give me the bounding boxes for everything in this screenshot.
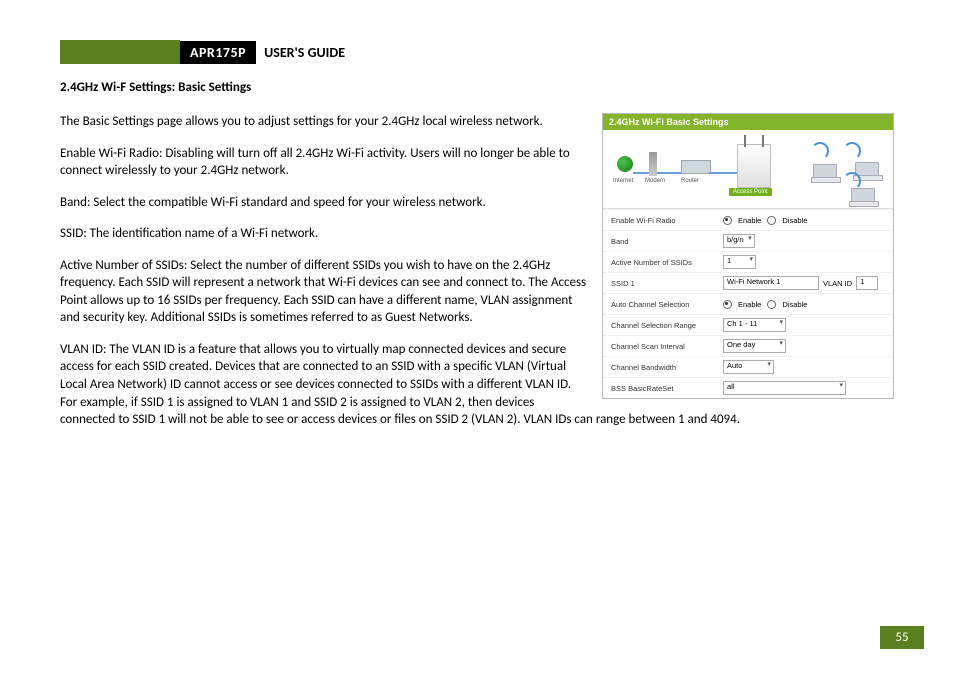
wifi-signal-icon [843,142,861,160]
router-label: Router [681,178,699,184]
screenshot-title: 2.4GHz Wi-Fi Basic Settings [603,114,893,130]
internet-icon [617,156,633,172]
row-channel-bandwidth: Channel Bandwidth Auto [603,356,893,377]
field-label: Auto Channel Selection [611,300,723,309]
band-select[interactable]: b/g/n [723,234,755,248]
access-point-label: Access Point [729,188,772,196]
document-page: APR175P USER'S GUIDE 2.4GHz Wi-F Setting… [0,0,954,673]
vlan-label: VLAN ID [823,279,852,288]
access-point-icon [737,144,771,188]
guide-title: USER'S GUIDE [264,44,345,61]
radio-disable[interactable] [767,300,776,309]
modem-icon [649,152,657,176]
field-label: Band [611,237,723,246]
radio-label: Enable [738,300,761,309]
field-label: Channel Scan Interval [611,342,723,351]
row-auto-channel: Auto Channel Selection Enable Disable [603,293,893,314]
wifi-signal-icon [811,142,829,160]
page-header: APR175P USER'S GUIDE [60,40,894,64]
ssid1-input[interactable]: Wi-Fi Network 1 [723,276,819,290]
row-scan-interval: Channel Scan Interval One day [603,335,893,356]
field-label: Enable Wi-Fi Radio [611,216,723,225]
row-ssid1: SSID 1 Wi-Fi Network 1 VLAN ID 1 [603,272,893,293]
section-title: 2.4GHz Wi-F Settings: Basic Settings [60,80,894,95]
vlan-input[interactable]: 1 [856,276,878,290]
row-bss: BSS BasicRateSet all [603,377,893,398]
field-label: Channel Selection Range [611,321,723,330]
network-diagram: Access Point Internet Modem Router [603,130,893,209]
laptop-icon [813,164,837,180]
bandwidth-select[interactable]: Auto [723,360,774,374]
row-band: Band b/g/n [603,230,893,251]
settings-form: Enable Wi-Fi Radio Enable Disable Band b… [603,209,893,398]
radio-label: Enable [738,216,761,225]
row-active-ssids: Active Number of SSIDs 1 [603,251,893,272]
radio-enable[interactable] [723,300,732,309]
settings-screenshot: 2.4GHz Wi-Fi Basic Settings Access Point… [602,113,894,399]
page-number: 55 [880,626,924,649]
internet-label: Internet [613,178,633,184]
active-ssids-select[interactable]: 1 [723,255,756,269]
row-enable-wifi: Enable Wi-Fi Radio Enable Disable [603,209,893,230]
channel-range-select[interactable]: Ch 1 - 11 [723,318,786,332]
laptop-icon [851,188,875,204]
field-label: SSID 1 [611,279,723,288]
field-label: BSS BasicRateSet [611,384,723,393]
modem-label: Modem [645,178,665,184]
model-badge: APR175P [180,41,256,64]
field-label: Active Number of SSIDs [611,258,723,267]
cable-line [657,172,683,174]
scan-interval-select[interactable]: One day [723,339,786,353]
content-area: 2.4GHz Wi-Fi Basic Settings Access Point… [60,113,894,429]
router-icon [681,160,711,174]
radio-label: Disable [782,216,807,225]
field-label: Channel Bandwidth [611,363,723,372]
header-accent-block [60,40,180,64]
radio-enable[interactable] [723,216,732,225]
cable-line [709,172,737,174]
radio-label: Disable [782,300,807,309]
radio-disable[interactable] [767,216,776,225]
row-channel-range: Channel Selection Range Ch 1 - 11 [603,314,893,335]
bss-select[interactable]: all [723,381,846,395]
